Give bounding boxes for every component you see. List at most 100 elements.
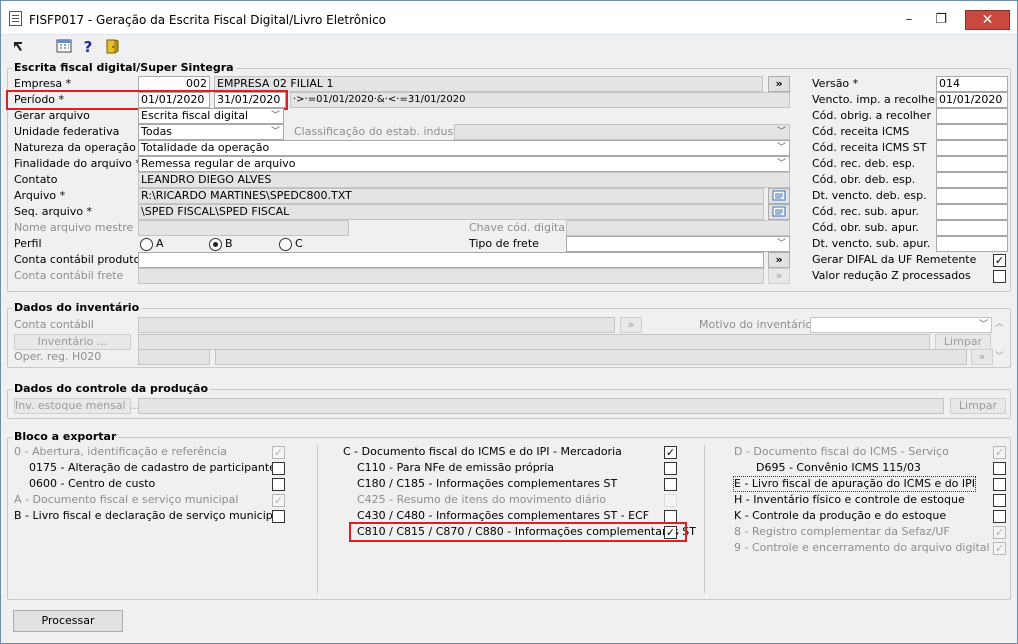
dt-deb-field[interactable] [936,188,1008,204]
inventario-conta-field [138,317,615,333]
bloco-c425-label: C425 - Resumo de itens do movimento diár… [357,493,607,506]
inventario-conta-lookup-button[interactable]: » [620,317,642,333]
oper-lookup-button[interactable]: » [971,349,993,365]
bloco-b-label: B - Livro fiscal e declaração de serviço… [14,509,283,522]
uf-label: Unidade federativa [14,125,120,138]
motivo-select[interactable]: ﹀ [810,317,992,333]
bloco-c-checkbox[interactable]: ✓ [664,446,677,459]
seq-arquivo-field[interactable]: \SPED FISCAL\SPED FISCAL [138,204,764,220]
cod-obr-sub-field[interactable] [936,220,1008,236]
classificacao-label: Classificação do estab. indust. [294,125,461,138]
bloco-b-checkbox[interactable] [272,510,285,523]
bloco-8-label: 8 - Registro complementar da Sefaz/UF [734,525,950,538]
empresa-label: Empresa * [14,77,72,90]
uf-select[interactable]: Todas ﹀ [138,124,284,140]
bloco-d695-checkbox[interactable] [993,462,1006,475]
versao-field[interactable]: 014 [936,76,1008,92]
vencto-field[interactable]: 01/01/2020 [936,92,1008,108]
minimize-button[interactable]: – [899,11,919,29]
bloco-divider [317,445,318,593]
inventario-button[interactable]: Inventário ... [14,334,131,350]
bloco-c425-checkbox[interactable] [664,494,677,507]
bloco-d-checkbox[interactable]: ✓ [993,446,1006,459]
cod-rec-icms-field[interactable] [936,124,1008,140]
bloco-c180-checkbox[interactable] [664,478,677,491]
chevron-down-icon: ﹀ [978,320,988,330]
natureza-select[interactable]: Totalidade da operação ﹀ [138,140,790,156]
perfil-c-label: C [295,237,303,250]
reducao-checkbox[interactable] [993,270,1006,283]
bloco-k-checkbox[interactable] [993,510,1006,523]
bloco-c110-label: C110 - Para NFe de emissão própria [357,461,555,474]
help-icon[interactable]: ? [79,39,97,55]
cod-obrig-field[interactable] [936,108,1008,124]
bloco-0175-checkbox[interactable] [272,462,285,475]
perfil-c-radio[interactable] [279,238,292,251]
bloco-0600-checkbox[interactable] [272,478,285,491]
cod-rec-icms-st-field[interactable] [936,140,1008,156]
window-title: FISFP017 - Geração da Escrita Fiscal Dig… [29,13,387,27]
finalidade-value: Remessa regular de arquivo [141,157,296,170]
conta-frete-lookup-button[interactable]: » [768,268,790,284]
chave-field [566,220,790,236]
inventario-limpar-button[interactable]: Limpar [935,334,991,350]
inv-estoque-button[interactable]: Inv. estoque mensal ... [14,398,140,414]
frete-label: Tipo de frete [469,237,539,250]
chevron-down-icon: ﹀ [270,127,280,137]
classificacao-select[interactable]: ﹀ [454,124,790,140]
producao-limpar-button[interactable]: Limpar [950,398,1006,414]
bloco-9-label: 9 - Controle e encerramento do arquivo d… [734,541,990,554]
conta-produto-field[interactable] [138,252,764,268]
bloco-9-checkbox[interactable]: ✓ [993,542,1006,555]
perfil-b-radio[interactable] [209,238,222,251]
chevron-down-icon: ﹀ [776,239,786,249]
processar-label: Processar [41,614,95,627]
finalidade-select[interactable]: Remessa regular de arquivo ﹀ [138,156,790,172]
nome-mestre-label: Nome arquivo mestre [14,221,134,234]
bloco-h-label: H - Inventário físico e controle de esto… [734,493,965,506]
inventario-info-field [138,334,930,350]
bloco-e-label: E - Livro fiscal de apuração do ICMS e d… [732,476,977,492]
conta-produto-lookup-button[interactable]: » [768,252,790,268]
cod-rec-sub-label: Cód. rec. sub. apur. [812,205,919,218]
conta-produto-label: Conta contábil produto [14,253,141,266]
nome-mestre-field [138,220,349,236]
processar-button[interactable]: Processar [13,610,123,632]
restore-button[interactable]: ❐ [931,11,951,29]
exit-door-icon[interactable] [103,39,121,55]
cod-rec-deb-field[interactable] [936,156,1008,172]
cod-obr-deb-field[interactable] [936,172,1008,188]
dt-sub-field[interactable] [936,236,1008,252]
difal-checkbox[interactable]: ✓ [993,254,1006,267]
cursor-icon[interactable] [9,39,27,55]
bloco-k-label: K - Controle da produção e do estoque [734,509,947,522]
cod-rec-sub-field[interactable] [936,204,1008,220]
bloco-c110-checkbox[interactable] [664,462,677,475]
arquivo-field[interactable]: R:\RICARDO MARTINES\SPEDC800.TXT [138,188,764,204]
empresa-lookup-button[interactable]: » [768,76,790,92]
chevron-up-icon[interactable]: ︿ [995,316,1004,329]
perfil-a-radio[interactable] [140,238,153,251]
chave-label: Chave cód. digital [469,221,569,234]
bloco-divider [704,445,705,593]
bloco-h-checkbox[interactable] [993,494,1006,507]
arquivo-browse-button[interactable] [768,188,790,204]
chevron-down-icon[interactable]: ﹀ [995,349,1004,362]
frete-select[interactable]: ﹀ [566,236,790,252]
contato-label: Contato [14,173,58,186]
app-document-icon [9,11,22,26]
bloco-a-checkbox[interactable]: ✓ [272,494,285,507]
natureza-value: Totalidade da operação [141,141,270,154]
close-button[interactable]: ✕ [965,10,1010,30]
bloco-0-checkbox[interactable]: ✓ [272,446,285,459]
dt-sub-label: Dt. vencto. sub. apur. [812,237,931,250]
gerar-arquivo-select[interactable]: Escrita fiscal digital ﹀ [138,108,284,124]
bloco-e-checkbox[interactable] [993,478,1006,491]
seq-arquivo-browse-button[interactable] [768,204,790,220]
cod-obr-sub-label: Cód. obr. sub. apur. [812,221,919,234]
folder-browse-icon [772,190,786,201]
calculator-icon[interactable] [55,39,73,55]
title-bar: FISFP017 - Geração da Escrita Fiscal Dig… [1,1,1017,35]
bloco-8-checkbox[interactable]: ✓ [993,526,1006,539]
bloco-c180-label: C180 / C185 - Informações complementares… [357,477,618,490]
